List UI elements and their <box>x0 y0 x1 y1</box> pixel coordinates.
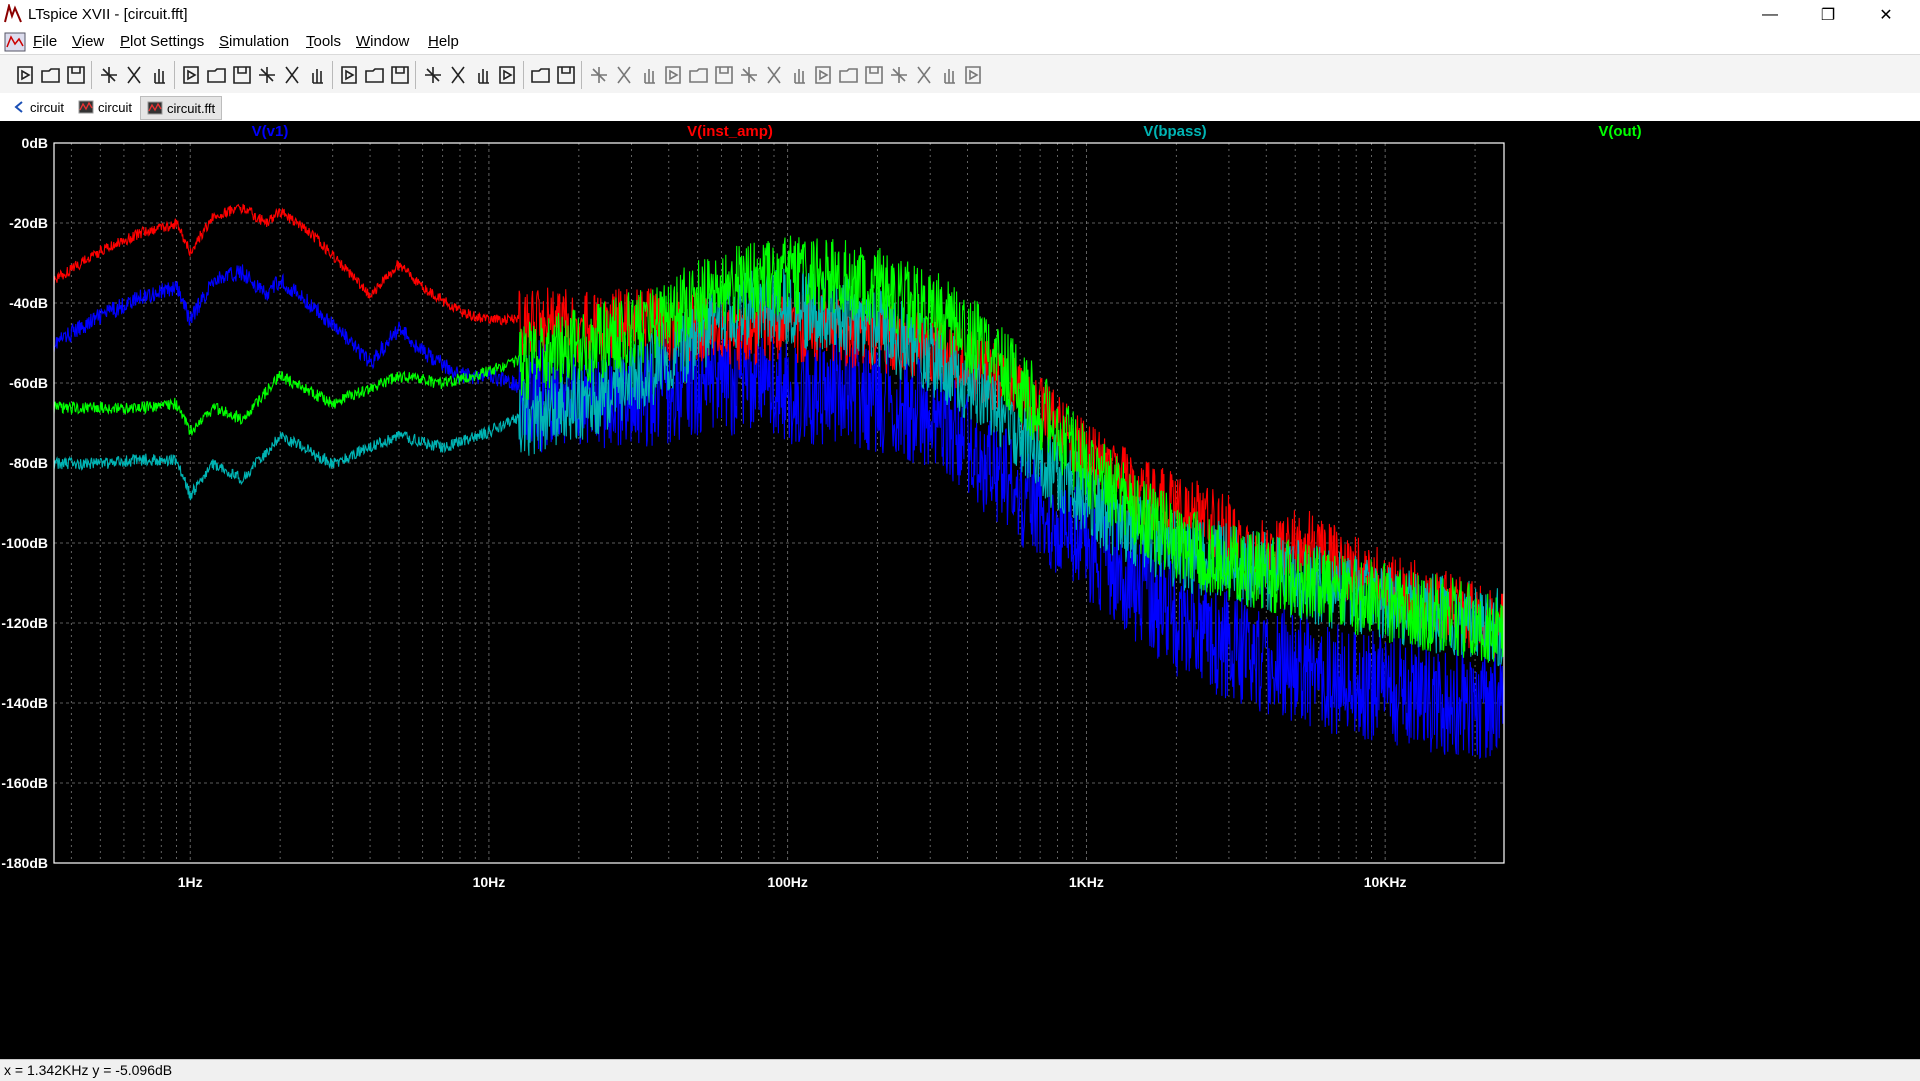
document-icon[interactable] <box>4 32 26 52</box>
run-icon[interactable] <box>14 63 38 87</box>
menu-simulation[interactable]: Simulation <box>219 33 289 50</box>
y-tick-label: -160dB <box>1 775 48 791</box>
y-tick-label: 0dB <box>22 135 48 151</box>
schematic-icon <box>14 101 23 113</box>
wire-icon[interactable] <box>587 63 611 87</box>
y-tick-label: -180dB <box>1 855 48 871</box>
y-tick-label: -100dB <box>1 535 48 551</box>
menu-bar: File View Plot Settings Simulation Tools… <box>0 30 1920 77</box>
halt-icon[interactable] <box>122 63 146 87</box>
open-icon[interactable] <box>39 63 63 87</box>
fft-plot[interactable]: 0dB -20dB -40dB -60dB -80dB -100dB -120dB -140d… <box>0 121 1920 1059</box>
label-icon[interactable] <box>637 63 661 87</box>
menu-tools[interactable]: Tools <box>306 33 341 50</box>
zoom-cancel-icon[interactable] <box>255 63 279 87</box>
tab-circuit-fft[interactable]: circuit.fft <box>140 96 223 120</box>
plot-pane[interactable]: 0dB -20dB -40dB -60dB -80dB -100dB -120dB -140d… <box>0 121 1920 1059</box>
ltspice-logo-icon <box>4 4 22 23</box>
y-tick-label: -80dB <box>9 455 48 471</box>
series-line-v-bpass- <box>53 267 1505 667</box>
legend-v-v1-[interactable]: V(v1) <box>252 123 289 140</box>
undo-icon[interactable] <box>837 63 861 87</box>
zoom-area-icon[interactable] <box>305 63 329 87</box>
resistor-icon[interactable] <box>662 63 686 87</box>
menu-plot-settings[interactable]: Plot Settings <box>120 33 204 50</box>
rotate-icon[interactable] <box>887 63 911 87</box>
plot-frame <box>53 142 1505 864</box>
mirror-icon[interactable] <box>912 63 936 87</box>
control-panel-icon[interactable] <box>97 63 121 87</box>
diode-icon[interactable] <box>737 63 761 87</box>
capacitor-icon[interactable] <box>687 63 711 87</box>
y-tick-label: -40dB <box>9 295 48 311</box>
save-icon[interactable] <box>64 63 88 87</box>
waveform-icon <box>147 101 163 115</box>
tile-vertical-icon[interactable] <box>388 63 412 87</box>
legend-v-inst-amp-[interactable]: V(inst_amp) <box>687 123 773 140</box>
tile-horizontal-icon[interactable] <box>338 63 362 87</box>
spice-directive-icon[interactable] <box>962 63 986 87</box>
autorange-icon[interactable] <box>280 63 304 87</box>
legend-v-out-[interactable]: V(out) <box>1598 123 1641 140</box>
y-tick-label: -60dB <box>9 375 48 391</box>
document-tab-bar: circuit circuit circuit.fft <box>0 93 1920 122</box>
zoom-fit-icon[interactable] <box>205 63 229 87</box>
x-tick-label: 1Hz <box>178 874 203 890</box>
restore-button[interactable]: ❐ <box>1800 0 1856 30</box>
drag-icon[interactable] <box>812 63 836 87</box>
component-icon[interactable] <box>762 63 786 87</box>
tab-circuit-waveform[interactable]: circuit <box>72 96 138 118</box>
x-tick-label: 10Hz <box>473 874 506 890</box>
pan-icon[interactable] <box>147 63 171 87</box>
x-tick-label: 1KHz <box>1069 874 1104 890</box>
minimize-button[interactable]: — <box>1742 0 1798 30</box>
tab-label: circuit <box>98 99 132 115</box>
waveform-icon <box>78 100 94 114</box>
grid-lines <box>54 142 1504 864</box>
print-icon[interactable] <box>529 63 553 87</box>
menu-help[interactable]: Help <box>428 33 459 50</box>
tab-circuit-schematic[interactable]: circuit <box>6 96 70 118</box>
move-icon[interactable] <box>787 63 811 87</box>
window-title: LTspice XVII - [circuit.fft] <box>28 6 188 23</box>
y-tick-label: -120dB <box>1 615 48 631</box>
status-bar: x = 1.342KHz y = -5.096dB <box>0 1059 1920 1081</box>
cursor-readout: x = 1.342KHz y = -5.096dB <box>4 1062 173 1078</box>
copy-icon[interactable] <box>446 63 470 87</box>
y-tick-label: -140dB <box>1 695 48 711</box>
toolbar <box>0 54 1920 94</box>
cut-icon[interactable] <box>421 63 445 87</box>
text-icon[interactable] <box>937 63 961 87</box>
print-preview-icon[interactable] <box>554 63 578 87</box>
tab-label: circuit.fft <box>167 100 216 116</box>
x-tick-label: 100Hz <box>767 874 807 890</box>
y-tick-label: -20dB <box>9 215 48 231</box>
close-button[interactable]: ✕ <box>1858 0 1914 30</box>
zoom-in-icon[interactable] <box>180 63 204 87</box>
legend-v-bpass-[interactable]: V(bpass) <box>1143 123 1206 140</box>
inductor-icon[interactable] <box>712 63 736 87</box>
zoom-out-icon[interactable] <box>230 63 254 87</box>
x-tick-label: 10KHz <box>1364 874 1407 890</box>
menu-window[interactable]: Window <box>356 33 409 50</box>
ground-icon[interactable] <box>612 63 636 87</box>
tab-label: circuit <box>30 99 64 115</box>
find-icon[interactable] <box>496 63 520 87</box>
menu-view[interactable]: View <box>72 33 104 50</box>
title-bar: LTspice XVII - [circuit.fft] — ❐ ✕ <box>0 0 1920 30</box>
cascade-icon[interactable] <box>363 63 387 87</box>
menu-file[interactable]: File <box>33 33 57 50</box>
redo-icon[interactable] <box>862 63 886 87</box>
paste-icon[interactable] <box>471 63 495 87</box>
